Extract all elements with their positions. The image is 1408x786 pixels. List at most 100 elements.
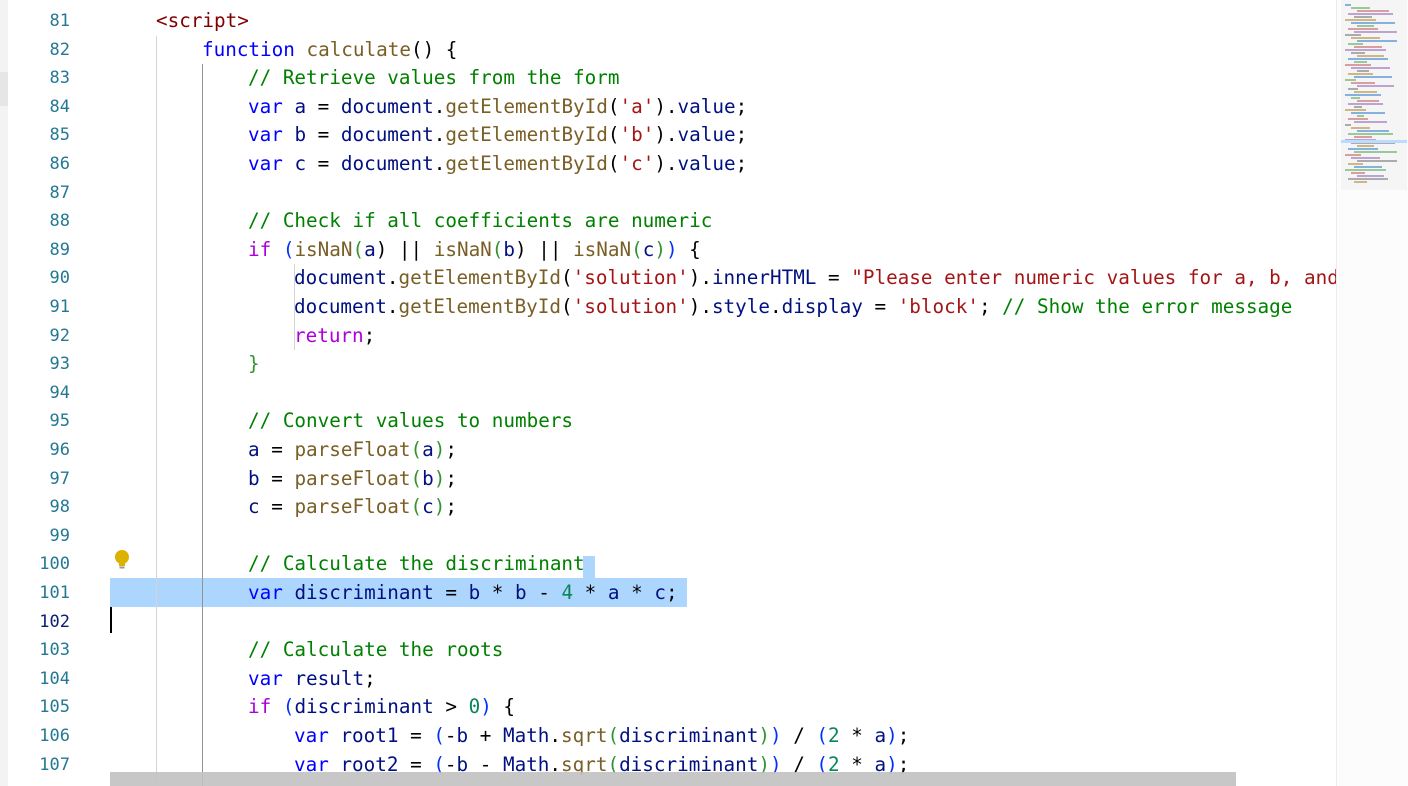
code-token: if bbox=[248, 237, 283, 261]
minimap-line bbox=[1351, 7, 1370, 9]
code-token: = bbox=[306, 94, 341, 118]
code-token: + bbox=[468, 724, 503, 747]
code-token: c bbox=[642, 237, 655, 261]
code-area[interactable]: <script> function calculate() {// Retriev… bbox=[110, 0, 1336, 786]
code-token: 'b' bbox=[619, 123, 655, 147]
code-line[interactable]: var root1 = (-b + Math.sqrt(discriminant… bbox=[294, 722, 909, 750]
line-number[interactable]: 104 bbox=[8, 669, 70, 689]
code-line[interactable]: var result; bbox=[248, 665, 376, 693]
code-line[interactable]: // Check if all coefficients are numeric bbox=[248, 207, 712, 235]
minimap-line bbox=[1354, 91, 1377, 93]
minimap-line bbox=[1348, 133, 1393, 135]
line-number[interactable]: 100 bbox=[8, 554, 70, 574]
line-number[interactable]: 90 bbox=[8, 268, 70, 288]
code-line[interactable]: c = parseFloat(c); bbox=[248, 493, 457, 521]
code-line[interactable]: b = parseFloat(b); bbox=[248, 465, 457, 493]
code-line[interactable]: var a = document.getElementById('a').val… bbox=[248, 93, 747, 121]
code-line[interactable]: var c = document.getElementById('c').val… bbox=[248, 150, 747, 178]
minimap-line bbox=[1351, 67, 1390, 69]
code-token: script bbox=[167, 9, 238, 32]
code-editor[interactable]: 81 82 83 84 85 86 87 88 89 90 91 92 93 94 95 96 97 98 99 10… bbox=[0, 0, 1408, 786]
code-token: 'a' bbox=[619, 94, 655, 118]
line-number[interactable]: 84 bbox=[8, 97, 70, 117]
minimap-line bbox=[1351, 127, 1370, 129]
active-indent-guide bbox=[202, 64, 203, 786]
code-line[interactable]: // Calculate the roots bbox=[248, 636, 503, 664]
code-token: b bbox=[456, 724, 469, 747]
line-number[interactable]: 97 bbox=[8, 469, 70, 489]
code-line[interactable]: a = parseFloat(a); bbox=[248, 436, 457, 464]
code-line[interactable]: // Retrieve values from the form bbox=[248, 64, 619, 92]
line-number[interactable]: 99 bbox=[8, 526, 70, 546]
horizontal-scrollbar[interactable] bbox=[110, 772, 1236, 786]
line-number[interactable]: 91 bbox=[8, 297, 70, 317]
minimap-line bbox=[1354, 151, 1397, 153]
code-token: = bbox=[433, 581, 469, 604]
line-number[interactable]: 83 bbox=[8, 68, 70, 88]
code-line[interactable]: var b = document.getElementById('b').val… bbox=[248, 121, 747, 149]
line-number[interactable]: 89 bbox=[8, 240, 70, 260]
line-number[interactable]: 106 bbox=[8, 726, 70, 746]
code-token: document bbox=[340, 152, 434, 175]
minimap[interactable] bbox=[1336, 0, 1408, 786]
line-number[interactable]: 82 bbox=[8, 40, 70, 60]
code-token: ) bbox=[433, 438, 446, 461]
code-token: value bbox=[677, 94, 736, 118]
code-line[interactable]: document.getElementById('solution').inne… bbox=[294, 264, 1336, 292]
code-token: ) bbox=[433, 495, 446, 519]
minimap-line bbox=[1357, 115, 1364, 117]
line-number[interactable]: 93 bbox=[8, 354, 70, 374]
minimap-line bbox=[1351, 112, 1385, 114]
code-token: a bbox=[874, 724, 887, 747]
code-token: ). bbox=[688, 295, 712, 318]
code-line[interactable]: // Calculate the discriminant bbox=[248, 550, 585, 578]
code-token: ( bbox=[607, 724, 620, 747]
line-number[interactable]: 85 bbox=[8, 125, 70, 145]
code-token: var bbox=[248, 123, 295, 147]
code-line[interactable]: return; bbox=[294, 322, 375, 350]
code-token: var bbox=[248, 94, 295, 118]
code-line[interactable]: var discriminant = b * b - 4 * a * c; bbox=[248, 579, 678, 607]
code-line[interactable]: // Convert values to numbers bbox=[248, 407, 573, 435]
code-line[interactable]: if (isNaN(a) || isNaN(b) || isNaN(c)) { bbox=[248, 236, 701, 264]
code-token: ( bbox=[491, 237, 504, 261]
code-token: ). bbox=[654, 94, 678, 118]
line-number[interactable]: 81 bbox=[8, 11, 70, 31]
code-token: Math bbox=[502, 724, 550, 747]
code-token: ) bbox=[665, 237, 678, 261]
line-number[interactable]: 92 bbox=[8, 326, 70, 346]
line-number[interactable]: 87 bbox=[8, 183, 70, 203]
line-number[interactable]: 103 bbox=[8, 640, 70, 660]
code-token: parseFloat bbox=[294, 438, 411, 461]
code-token: b bbox=[515, 581, 527, 604]
code-token: * bbox=[619, 581, 655, 604]
code-line[interactable]: function calculate() { bbox=[202, 36, 457, 64]
code-line[interactable]: } bbox=[248, 350, 260, 378]
code-token: ( bbox=[410, 438, 423, 461]
code-token: discriminant bbox=[294, 695, 434, 719]
line-number[interactable]: 107 bbox=[8, 755, 70, 775]
minimap-line bbox=[1348, 88, 1358, 90]
code-line[interactable]: if (discriminant > 0) { bbox=[248, 693, 515, 721]
code-token: display bbox=[781, 295, 863, 318]
line-number[interactable]: 105 bbox=[8, 697, 70, 717]
lightbulb-icon[interactable] bbox=[114, 549, 130, 571]
line-number[interactable]: 96 bbox=[8, 440, 70, 460]
minimap-line bbox=[1351, 97, 1360, 99]
code-token: document bbox=[340, 123, 434, 147]
code-token: . bbox=[433, 94, 446, 118]
code-token: - bbox=[444, 724, 457, 747]
code-token: // Show the error message bbox=[1002, 295, 1293, 318]
line-number[interactable]: 102 bbox=[8, 612, 70, 632]
line-number[interactable]: 86 bbox=[8, 154, 70, 174]
line-number-gutter[interactable]: 81 82 83 84 85 86 87 88 89 90 91 92 93 94 95 96 97 98 99 10… bbox=[8, 0, 108, 786]
line-number[interactable]: 95 bbox=[8, 411, 70, 431]
minimap-line bbox=[1348, 13, 1393, 15]
code-line[interactable]: document.getElementById('solution').styl… bbox=[294, 293, 1292, 321]
line-number[interactable]: 101 bbox=[8, 583, 70, 603]
line-number[interactable]: 94 bbox=[8, 383, 70, 403]
line-number[interactable]: 88 bbox=[8, 211, 70, 231]
line-number[interactable]: 98 bbox=[8, 497, 70, 517]
minimap-line bbox=[1348, 28, 1378, 30]
code-line[interactable]: <script> bbox=[156, 7, 249, 35]
